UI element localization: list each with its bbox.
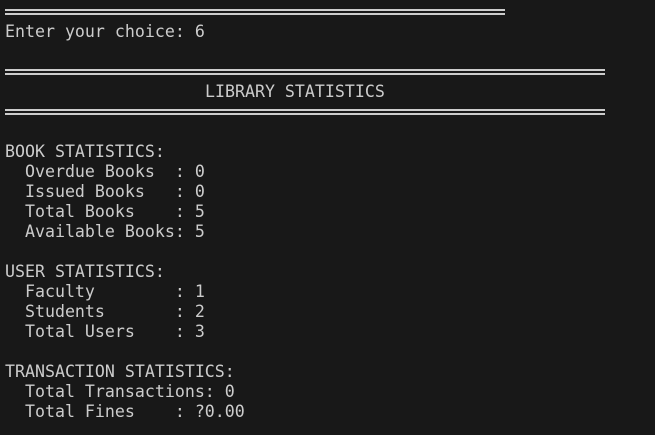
separator-line xyxy=(5,2,505,22)
terminal-output: Enter your choice: 6 LIBRARY STATISTICS … xyxy=(0,0,655,435)
user-stat-students: Students : 2 xyxy=(5,302,205,321)
book-statistics-header: BOOK STATISTICS: xyxy=(5,142,165,161)
banner-separator-top xyxy=(5,62,605,82)
page-title: LIBRARY STATISTICS xyxy=(205,82,385,101)
book-stat-available: Available Books: 5 xyxy=(5,222,205,241)
banner-separator-bottom xyxy=(5,102,605,122)
transaction-stat-fines: Total Fines : ?0.00 xyxy=(5,402,245,421)
transaction-stat-total: Total Transactions: 0 xyxy=(5,382,235,401)
user-stat-faculty: Faculty : 1 xyxy=(5,282,205,301)
prompt-line: Enter your choice: 6 xyxy=(5,22,205,41)
book-stat-overdue: Overdue Books : 0 xyxy=(5,162,205,181)
user-statistics-header: USER STATISTICS: xyxy=(5,262,165,281)
book-stat-total: Total Books : 5 xyxy=(5,202,205,221)
user-stat-total: Total Users : 3 xyxy=(5,322,205,341)
transaction-statistics-header: TRANSACTION STATISTICS: xyxy=(5,362,235,381)
book-stat-issued: Issued Books : 0 xyxy=(5,182,205,201)
